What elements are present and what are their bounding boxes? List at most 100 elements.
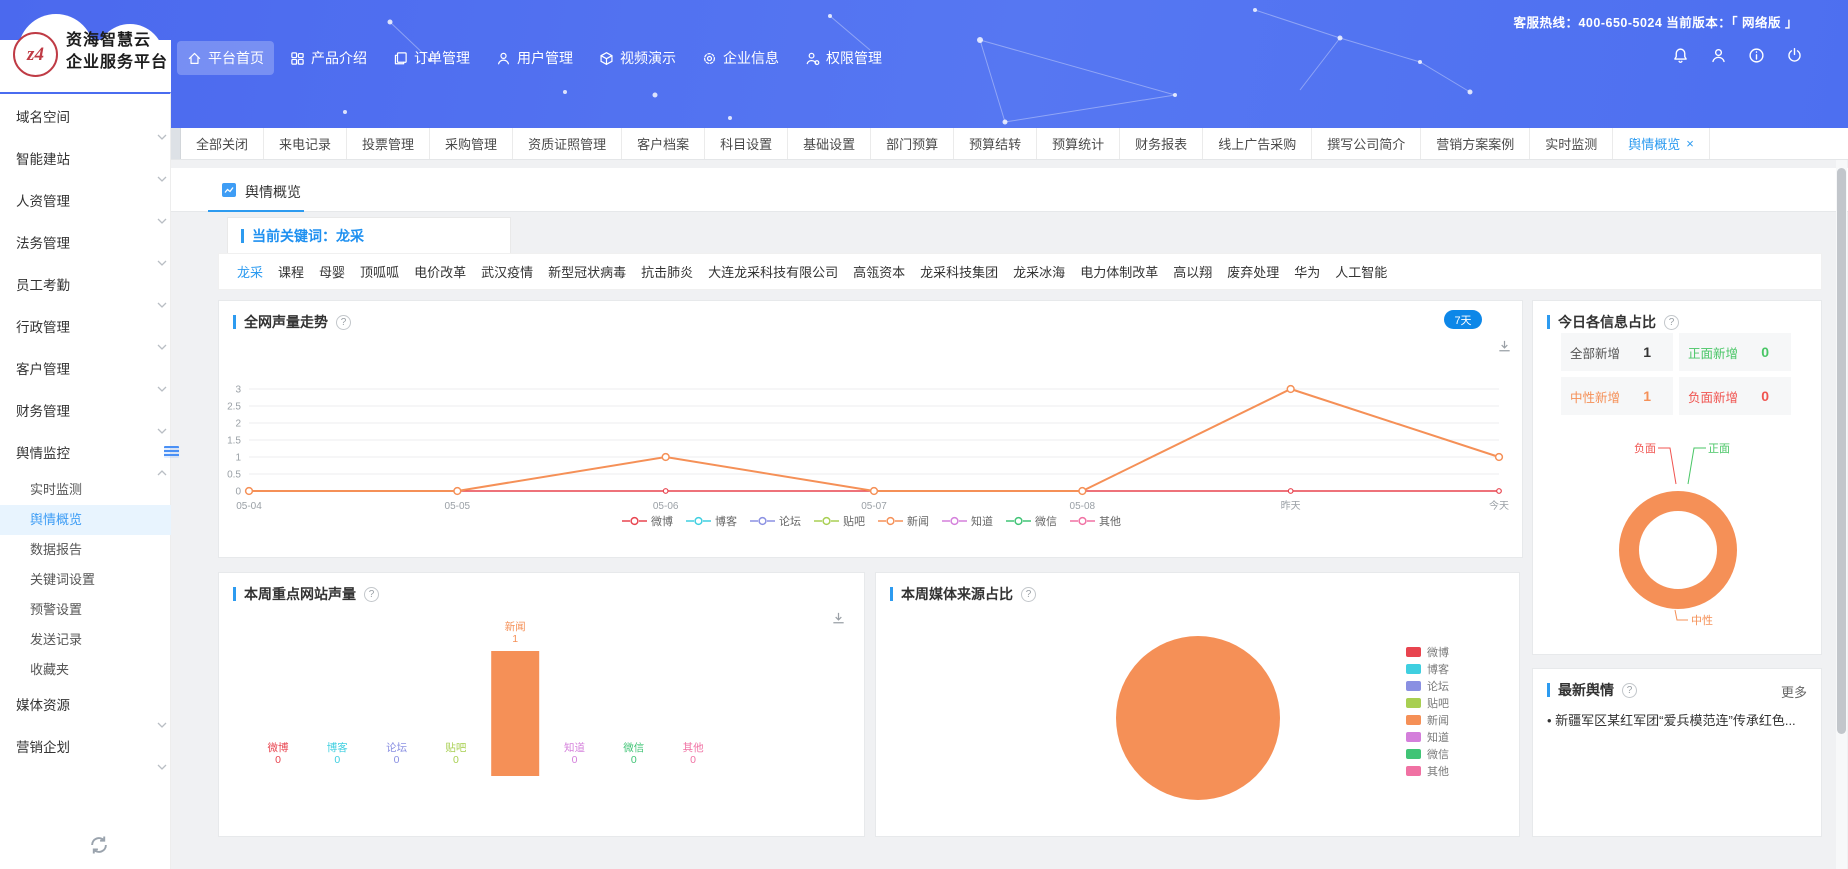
help-icon[interactable]: ? — [1622, 683, 1637, 698]
legend-item[interactable]: 论坛 — [750, 513, 801, 529]
tab[interactable]: 客户档案 — [622, 128, 705, 159]
legend-item[interactable]: 新闻 — [1406, 711, 1449, 728]
help-icon[interactable]: ? — [1664, 315, 1679, 330]
help-icon[interactable]: ? — [364, 587, 379, 602]
keyword-chip[interactable]: 母婴 — [319, 262, 345, 281]
refresh-icon[interactable] — [88, 834, 110, 856]
tab[interactable]: 采购管理 — [430, 128, 513, 159]
legend-item[interactable]: 微博 — [1406, 643, 1449, 660]
keyword-chip[interactable]: 华为 — [1294, 262, 1320, 281]
tab[interactable]: 科目设置 — [705, 128, 788, 159]
sidebar-item[interactable]: 行政管理 — [0, 307, 171, 349]
keyword-chip[interactable]: 龙采科技集团 — [920, 262, 998, 281]
nav-item[interactable]: 平台首页 — [177, 41, 274, 75]
sidebar-subitem[interactable]: 发送记录 — [0, 625, 171, 655]
sidebar-item[interactable]: 法务管理 — [0, 223, 171, 265]
nav-item[interactable]: 权限管理 — [795, 41, 892, 75]
info-icon[interactable] — [1748, 47, 1765, 64]
sidebar-item[interactable]: 财务管理 — [0, 391, 171, 433]
tab[interactable]: 财务报表 — [1120, 128, 1203, 159]
keyword-chip[interactable]: 人工智能 — [1335, 262, 1387, 281]
tab[interactable]: 部门预算 — [871, 128, 954, 159]
sidebar-item-label: 媒体资源 — [16, 698, 70, 713]
sidebar-subitem[interactable]: 实时监测 — [0, 475, 171, 505]
keyword-chip[interactable]: 电力体制改革 — [1080, 262, 1158, 281]
legend-item[interactable]: 微博 — [622, 513, 673, 529]
legend-item[interactable]: 博客 — [686, 513, 737, 529]
sidebar-item[interactable]: 营销企划 — [0, 727, 171, 769]
legend-label: 贴吧 — [1427, 695, 1449, 711]
sidebar-subitem[interactable]: 预警设置 — [0, 595, 171, 625]
help-icon[interactable]: ? — [336, 315, 351, 330]
keyword-chip[interactable]: 新型冠状病毒 — [548, 262, 626, 281]
keyword-chip[interactable]: 高以翔 — [1173, 262, 1212, 281]
tab[interactable]: 线上广告采购 — [1203, 128, 1312, 159]
nav-item[interactable]: 用户管理 — [486, 41, 583, 75]
tab[interactable]: 舆情概览× — [1613, 128, 1710, 159]
power-icon[interactable] — [1786, 47, 1803, 64]
accent-bar — [1547, 315, 1550, 329]
keyword-chip[interactable]: 大连龙采科技有限公司 — [708, 262, 838, 281]
legend-item[interactable]: 博客 — [1406, 660, 1449, 677]
legend-item[interactable]: 新闻 — [878, 513, 929, 529]
legend-item[interactable]: 其他 — [1070, 513, 1121, 529]
chevron-down-icon — [157, 764, 167, 770]
sidebar-subitem[interactable]: 收藏夹 — [0, 655, 171, 685]
legend-item[interactable]: 微信 — [1006, 513, 1057, 529]
sidebar-subitem[interactable]: 关键词设置 — [0, 565, 171, 595]
tab[interactable]: 预算结转 — [954, 128, 1037, 159]
tab[interactable]: 全部关闭 — [181, 128, 264, 159]
scrollbar-thumb[interactable] — [1837, 168, 1846, 734]
legend-item[interactable]: 贴吧 — [1406, 694, 1449, 711]
keyword-chip[interactable]: 废弃处理 — [1227, 262, 1279, 281]
tab[interactable]: 基础设置 — [788, 128, 871, 159]
tab[interactable]: 预算统计 — [1037, 128, 1120, 159]
nav-item[interactable]: 产品介绍 — [280, 41, 377, 75]
tab[interactable]: 撰写公司简介 — [1312, 128, 1421, 159]
info-icon — [1748, 47, 1765, 64]
download-icon[interactable] — [1497, 339, 1512, 359]
tab[interactable]: 实时监测 — [1530, 128, 1613, 159]
keyword-chip[interactable]: 课程 — [278, 262, 304, 281]
help-icon[interactable]: ? — [1021, 587, 1036, 602]
sidebar-item[interactable]: 智能建站 — [0, 139, 171, 181]
close-icon[interactable]: × — [1686, 137, 1694, 150]
tab[interactable]: 来电记录 — [264, 128, 347, 159]
user-icon[interactable] — [1710, 47, 1727, 64]
more-link[interactable]: 更多 — [1781, 682, 1807, 701]
legend-item[interactable]: 微信 — [1406, 745, 1449, 762]
keyword-chip[interactable]: 电价改革 — [414, 262, 466, 281]
sidebar-subitem[interactable]: 数据报告 — [0, 535, 171, 565]
keyword-chip[interactable]: 顶呱呱 — [360, 262, 399, 281]
sidebar-item[interactable]: 舆情监控 — [0, 433, 171, 475]
tab[interactable]: 营销方案案例 — [1421, 128, 1530, 159]
range-7d-badge[interactable]: 7天 — [1444, 310, 1482, 329]
sidebar-subitem[interactable]: 舆情概览 — [0, 505, 171, 535]
keyword-chip[interactable]: 武汉疫情 — [481, 262, 533, 281]
keyword-chip[interactable]: 龙采冰海 — [1013, 262, 1065, 281]
tab[interactable]: 投票管理 — [347, 128, 430, 159]
keyword-chip[interactable]: 高瓴资本 — [853, 262, 905, 281]
keyword-chip[interactable]: 抗击肺炎 — [641, 262, 693, 281]
sidebar-resize-handle[interactable] — [164, 446, 179, 458]
legend-item[interactable]: 知道 — [1406, 728, 1449, 745]
legend-item[interactable]: 贴吧 — [814, 513, 865, 529]
legend-item[interactable]: 其他 — [1406, 762, 1449, 779]
nav-item[interactable]: 企业信息 — [692, 41, 789, 75]
tab[interactable]: 资质证照管理 — [513, 128, 622, 159]
bell-icon[interactable] — [1672, 47, 1689, 64]
sidebar-item[interactable]: 域名空间 — [0, 97, 171, 139]
tab-scroll-button[interactable] — [171, 128, 181, 159]
panel-today-title: 今日各信息占比 — [1558, 312, 1656, 332]
sidebar-item[interactable]: 客户管理 — [0, 349, 171, 391]
sidebar-item[interactable]: 人资管理 — [0, 181, 171, 223]
nav-item[interactable]: 视频演示 — [589, 41, 686, 75]
sidebar-item[interactable]: 员工考勤 — [0, 265, 171, 307]
sidebar-item[interactable]: 媒体资源 — [0, 685, 171, 727]
news-item[interactable]: 新疆军区某红军团“爱兵模范连”传承红色... — [1547, 711, 1811, 731]
legend-item[interactable]: 知道 — [942, 513, 993, 529]
today-stats-grid: 全部新增1正面新增0中性新增1负面新增0 — [1561, 333, 1791, 415]
nav-item[interactable]: 订单管理 — [383, 41, 480, 75]
legend-item[interactable]: 论坛 — [1406, 677, 1449, 694]
keyword-chip[interactable]: 龙采 — [237, 262, 263, 281]
